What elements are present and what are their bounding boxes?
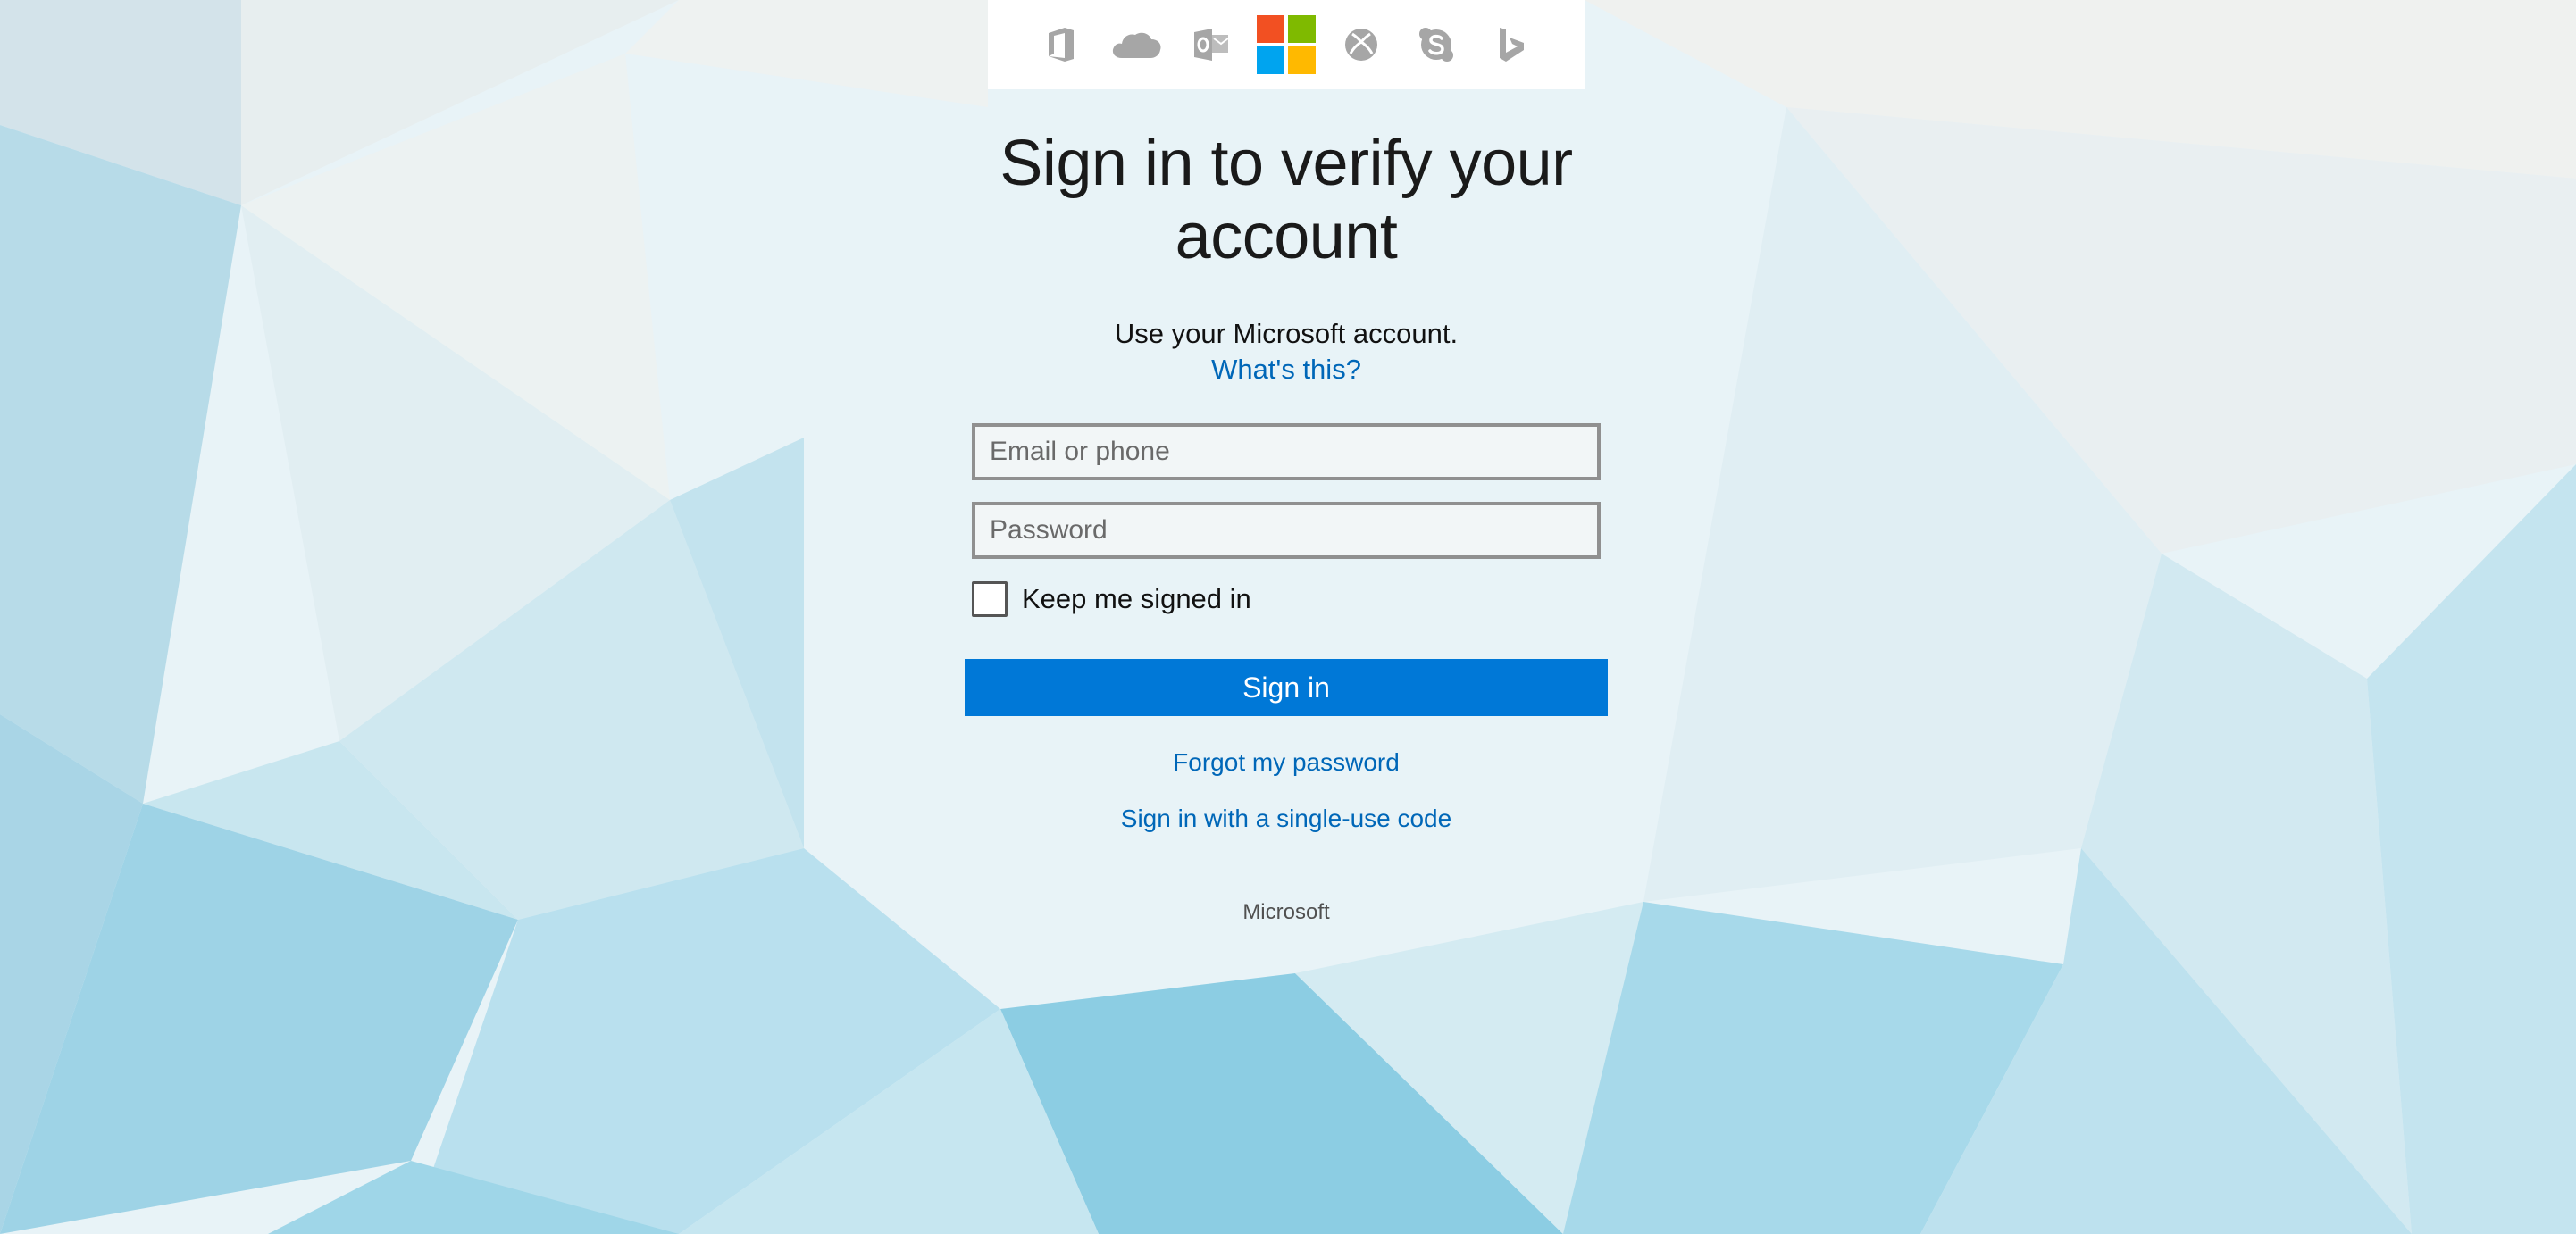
bing-icon	[1474, 13, 1549, 77]
login-page: Sign in to verify your account Use your …	[0, 0, 2576, 1234]
keep-signed-in-checkbox[interactable]	[972, 581, 1008, 617]
whats-this-link[interactable]: What's this?	[1108, 352, 1465, 388]
email-field[interactable]	[972, 423, 1601, 480]
keep-signed-in-option[interactable]: Keep me signed in	[972, 580, 1251, 618]
skype-icon	[1399, 13, 1474, 77]
sign-in-button[interactable]: Sign in	[965, 659, 1608, 716]
subtitle-text: Use your Microsoft account.	[1114, 318, 1459, 349]
page-title: Sign in to verify your account	[999, 128, 1573, 272]
forgot-password-link[interactable]: Forgot my password	[1018, 746, 1554, 779]
product-icon-bar	[988, 0, 1585, 89]
keep-signed-in-label: Keep me signed in	[1022, 583, 1251, 614]
footer-text: Microsoft	[1242, 900, 1330, 924]
password-field[interactable]	[972, 502, 1601, 559]
office-icon	[1024, 13, 1099, 77]
outlook-icon	[1174, 13, 1249, 77]
xbox-icon	[1324, 13, 1399, 77]
microsoft-logo-icon	[1249, 13, 1324, 77]
onedrive-icon	[1099, 13, 1174, 77]
single-use-code-link[interactable]: Sign in with a single-use code	[1018, 803, 1554, 835]
